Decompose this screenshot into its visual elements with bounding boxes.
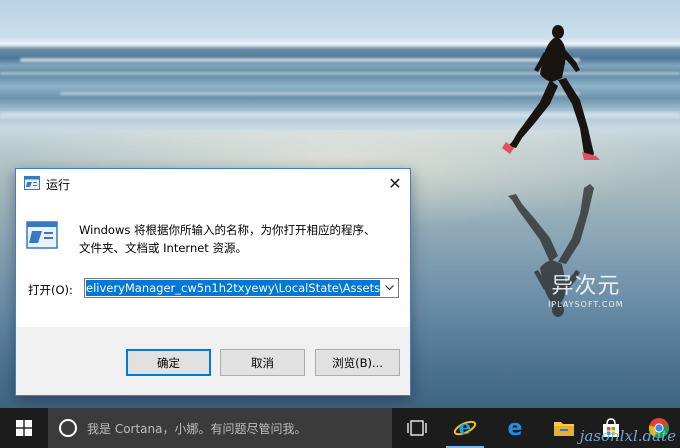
wave-line — [20, 58, 580, 62]
edge-icon: e — [508, 417, 523, 439]
taskbar-internet-explorer[interactable]: e — [442, 408, 488, 448]
description-line: 文件夹、文档或 Internet 资源。 — [79, 241, 247, 255]
dialog-description: Windows 将根据你所输入的名称，为你打开相应的程序、 文件夹、文档或 In… — [79, 221, 399, 257]
dialog-footer: 确定 取消 浏览(B)... — [16, 327, 410, 395]
task-view-icon — [407, 420, 427, 436]
open-label: 打开(O): — [28, 283, 73, 297]
close-button[interactable]: ✕ — [380, 169, 410, 197]
close-icon: ✕ — [388, 173, 402, 193]
taskbar: 我是 Cortana，小娜。有问题尽管问我。 e e — [0, 408, 680, 448]
browse-button[interactable]: 浏览(B)... — [315, 349, 400, 376]
svg-text:e: e — [508, 417, 523, 439]
open-combobox[interactable]: eliveryManager_cw5n1h2txyewy\LocalState\… — [84, 278, 399, 298]
run-app-icon — [24, 176, 40, 190]
combo-dropdown-button[interactable] — [380, 279, 398, 297]
task-view-button[interactable] — [394, 408, 440, 448]
runner-silhouette — [502, 25, 600, 160]
chevron-down-icon — [384, 285, 394, 291]
site-watermark-domain: jasonlxl.date — [579, 427, 676, 445]
taskbar-edge[interactable]: e — [492, 408, 538, 448]
internet-explorer-icon: e — [453, 416, 477, 439]
cortana-icon — [59, 419, 77, 437]
folder-icon — [554, 422, 574, 436]
watermark-domain: IPLAYSOFT.COM — [548, 300, 624, 309]
cortana-search-box[interactable]: 我是 Cortana，小娜。有问题尽管问我。 — [48, 408, 392, 448]
ok-button[interactable]: 确定 — [126, 349, 211, 376]
site-watermark: 异次元 IPLAYSOFT.COM — [548, 268, 624, 309]
cancel-button[interactable]: 取消 — [220, 349, 305, 376]
run-dialog: 运行 ✕ Windows 将根据你所输入的名称，为你打开相应的程序、 文件夹、文… — [15, 168, 411, 396]
search-placeholder: 我是 Cortana，小娜。有问题尽管问我。 — [87, 421, 307, 436]
watermark-logo: 异次元 — [551, 274, 621, 299]
start-button[interactable] — [0, 408, 48, 448]
dialog-title: 运行 — [46, 178, 71, 192]
dialog-content: Windows 将根据你所输入的名称，为你打开相应的程序、 文件夹、文档或 In… — [16, 197, 410, 327]
run-program-icon — [26, 221, 58, 249]
windows-logo-icon — [16, 420, 32, 436]
svg-text:e: e — [459, 416, 472, 439]
dialog-titlebar[interactable]: 运行 ✕ — [16, 169, 410, 197]
open-input[interactable]: eliveryManager_cw5n1h2txyewy\LocalState\… — [86, 280, 380, 296]
description-line: Windows 将根据你所输入的名称，为你打开相应的程序、 — [79, 223, 376, 237]
